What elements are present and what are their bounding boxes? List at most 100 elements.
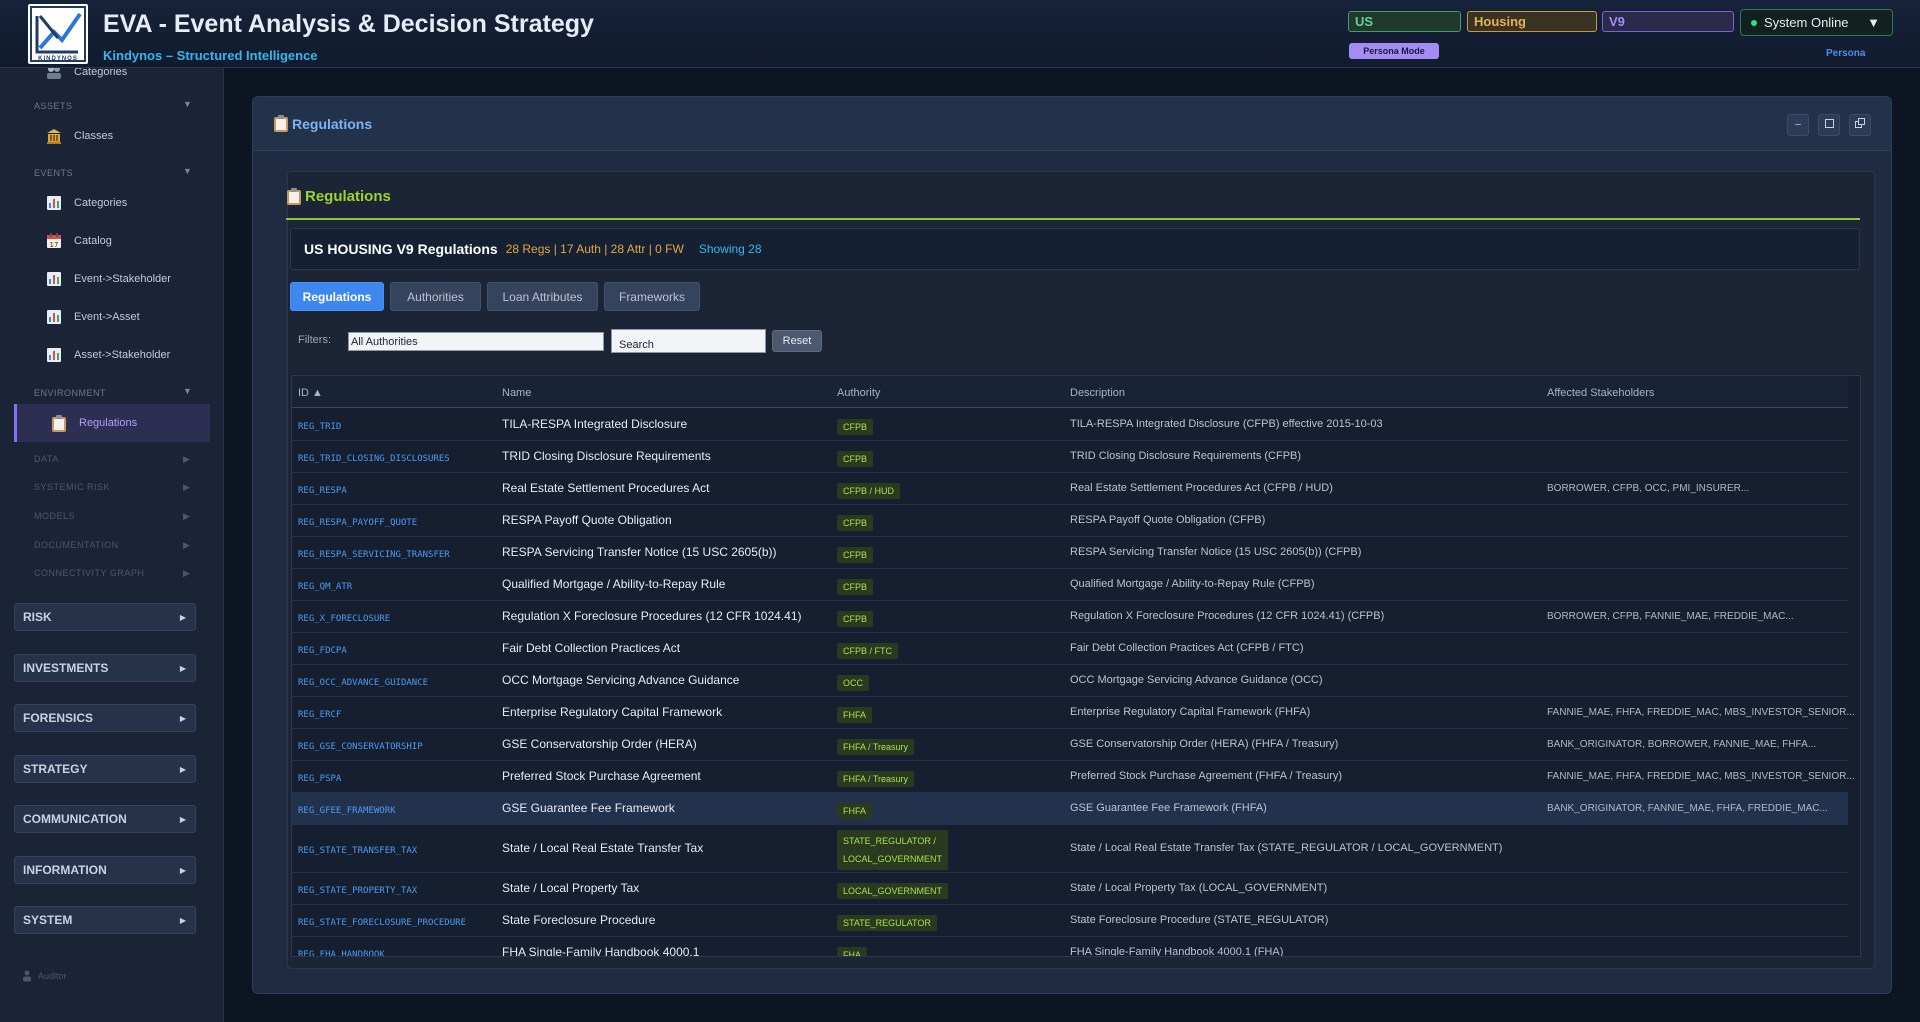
table-row[interactable]: REG_OCC_ADVANCE_GUIDANCE OCC Mortgage Ser… (292, 665, 1848, 697)
sidebar-item-event-asset[interactable]: Event->Asset (46, 307, 140, 327)
sidebar-item-regulations[interactable]: Regulations (14, 404, 210, 442)
authority-badge: CFPB (837, 419, 874, 435)
sidebar-group-forensics[interactable]: FORENSICS ▶ (14, 704, 196, 732)
regulation-name: Real Estate Settlement Procedures Act (502, 481, 710, 495)
regulation-id[interactable]: REG_PSPA (298, 774, 341, 784)
chevron-right-icon[interactable]: ▶ (183, 540, 190, 551)
regulation-id[interactable]: REG_STATE_PROPERTY_TAX (298, 886, 417, 896)
minimize-button[interactable]: – (1787, 114, 1809, 136)
system-status-dropdown[interactable]: System Online ▼ (1740, 9, 1893, 36)
regulation-id[interactable]: REG_GSE_CONSERVATORSHIP (298, 742, 423, 752)
filters-label: Filters: (298, 334, 331, 346)
authority-cell: FHFA (837, 705, 873, 723)
tab-regulations[interactable]: Regulations (290, 282, 384, 311)
table-row[interactable]: REG_ERCF Enterprise Regulatory Capital Fr… (292, 697, 1855, 729)
chevron-down-icon[interactable]: ▼ (183, 386, 192, 396)
sidebar-section-systemic-risk[interactable]: SYSTEMIC RISK (34, 482, 110, 492)
sidebar-section-models[interactable]: MODELS (34, 511, 75, 521)
persona-link[interactable]: Persona (1826, 48, 1865, 59)
regulation-id[interactable]: REG_ERCF (298, 710, 341, 720)
table-row[interactable]: REG_TRID_CLOSING_DISCLOSURES TRID Closing… (292, 441, 1848, 473)
table-row[interactable]: REG_STATE_TRANSFER_TAX State / Local Real… (292, 825, 1848, 873)
sidebar-group-communication[interactable]: COMMUNICATION ▶ (14, 805, 196, 833)
sidebar-section-assets[interactable]: ASSETS (34, 101, 73, 111)
table-row[interactable]: REG_STATE_FORECLOSURE_PROCEDURE State For… (292, 905, 1848, 937)
tab-authorities[interactable]: Authorities (390, 282, 481, 311)
maximize-button[interactable] (1818, 114, 1840, 136)
chevron-down-icon[interactable]: ▼ (183, 166, 192, 176)
sidebar-section-environment[interactable]: ENVIRONMENT (34, 388, 106, 398)
sidebar-item-classes[interactable]: Classes (46, 126, 113, 146)
authority-badge-line: CFPB (843, 454, 868, 464)
authority-cell: CFPB / HUD (837, 481, 901, 499)
regulation-id[interactable]: REG_QM_ATR (298, 582, 352, 592)
regulation-id[interactable]: REG_RESPA_SERVICING_TRANSFER (298, 550, 450, 560)
chevron-right-icon[interactable]: ▶ (183, 568, 190, 579)
table-row[interactable]: REG_FDCPA Fair Debt Collection Practices … (292, 633, 1848, 665)
regulation-id[interactable]: REG_FHA_HANDBOOK (298, 950, 385, 956)
column-header-name[interactable]: Name (502, 387, 531, 399)
chevron-right-icon: ▶ (179, 865, 186, 875)
sidebar-footer-auditor[interactable]: Auditor (22, 970, 67, 982)
reset-button[interactable]: Reset (772, 330, 822, 352)
table-row[interactable]: REG_GSE_CONSERVATORSHIP GSE Conservatorsh… (292, 729, 1848, 761)
search-input[interactable]: Search (611, 329, 766, 353)
table-row[interactable]: REG_TRID TILA-RESPA Integrated Disclosure… (292, 409, 1848, 441)
sidebar-item-categories-partial[interactable]: Categories (46, 68, 127, 82)
sidebar-item-event-stakeholder[interactable]: Event->Stakeholder (46, 269, 171, 289)
regulation-id[interactable]: REG_GFEE_FRAMEWORK (298, 806, 396, 816)
regulation-id[interactable]: REG_X_FORECLOSURE (298, 614, 390, 624)
regulation-id[interactable]: REG_TRID (298, 422, 341, 432)
column-header-description[interactable]: Description (1070, 387, 1125, 399)
regulation-id[interactable]: REG_FDCPA (298, 646, 347, 656)
regulation-id[interactable]: REG_TRID_CLOSING_DISCLOSURES (298, 454, 450, 464)
column-header-id[interactable]: ID ▲ (298, 387, 323, 399)
authority-cell: FHFA / Treasury (837, 737, 915, 755)
version-select[interactable]: V9 (1602, 11, 1734, 32)
popout-button[interactable] (1849, 114, 1871, 136)
column-header-authority[interactable]: Authority (837, 387, 880, 399)
sidebar-section-connectivity-graph[interactable]: CONNECTIVITY GRAPH (34, 568, 144, 578)
window-titlebar[interactable]: Regulations – (253, 97, 1891, 151)
chevron-right-icon[interactable]: ▶ (183, 454, 190, 465)
chevron-right-icon[interactable]: ▶ (183, 511, 190, 522)
authority-filter-select[interactable]: All Authorities (348, 332, 604, 351)
chevron-right-icon[interactable]: ▶ (183, 482, 190, 493)
table-row[interactable]: REG_FHA_HANDBOOK FHA Single-Family Handbo… (292, 937, 1848, 956)
sidebar-group-investments[interactable]: INVESTMENTS ▶ (14, 654, 196, 682)
table-row[interactable]: REG_RESPA_SERVICING_TRANSFER RESPA Servic… (292, 537, 1848, 569)
table-row[interactable]: REG_STATE_PROPERTY_TAX State / Local Prop… (292, 873, 1848, 905)
sidebar-item-event-categories[interactable]: Categories (46, 193, 127, 213)
sidebar-group-risk[interactable]: RISK ▶ (14, 603, 196, 631)
sidebar-group-strategy[interactable]: STRATEGY ▶ (14, 755, 196, 783)
sidebar-item-asset-stakeholder[interactable]: Asset->Stakeholder (46, 345, 170, 365)
table-row[interactable]: REG_QM_ATR Qualified Mortgage / Ability-t… (292, 569, 1848, 601)
authority-badge: OCC (837, 675, 869, 691)
domain-select[interactable]: Housing (1467, 11, 1597, 32)
regulation-id[interactable]: REG_STATE_FORECLOSURE_PROCEDURE (298, 918, 466, 928)
table-row[interactable]: REG_RESPA_PAYOFF_QUOTE RESPA Payoff Quote… (292, 505, 1848, 537)
table-row[interactable]: REG_RESPA Real Estate Settlement Procedur… (292, 473, 1848, 505)
regulation-id[interactable]: REG_OCC_ADVANCE_GUIDANCE (298, 678, 428, 688)
table-row[interactable]: REG_GFEE_FRAMEWORK GSE Guarantee Fee Fram… (292, 793, 1848, 825)
persona-mode-badge[interactable]: Persona Mode (1349, 43, 1439, 59)
table-row[interactable]: REG_PSPA Preferred Stock Purchase Agreeme… (292, 761, 1855, 793)
regulation-id[interactable]: REG_STATE_TRANSFER_TAX (298, 846, 417, 856)
column-header-affected-stakeholders[interactable]: Affected Stakeholders (1547, 387, 1654, 399)
auditor-icon (22, 970, 32, 982)
sidebar-group-system[interactable]: SYSTEM ▶ (14, 906, 196, 934)
chevron-down-icon[interactable]: ▼ (183, 99, 192, 109)
sidebar-section-data[interactable]: DATA (34, 454, 59, 464)
authority-badge: STATE_REGULATOR (837, 915, 937, 931)
tab-loan-attributes[interactable]: Loan Attributes (487, 282, 598, 311)
authority-cell: CFPB (837, 449, 874, 467)
regulation-id[interactable]: REG_RESPA (298, 486, 347, 496)
sidebar-item-catalog[interactable]: 17 Catalog (46, 231, 112, 251)
country-select[interactable]: US (1348, 11, 1461, 32)
sidebar-group-information[interactable]: INFORMATION ▶ (14, 856, 196, 884)
regulation-id[interactable]: REG_RESPA_PAYOFF_QUOTE (298, 518, 417, 528)
sidebar-section-documentation[interactable]: DOCUMENTATION (34, 540, 119, 550)
sidebar-section-events[interactable]: EVENTS (34, 168, 73, 178)
tab-frameworks[interactable]: Frameworks (604, 282, 700, 311)
table-row[interactable]: REG_X_FORECLOSURE Regulation X Foreclosur… (292, 601, 1848, 633)
